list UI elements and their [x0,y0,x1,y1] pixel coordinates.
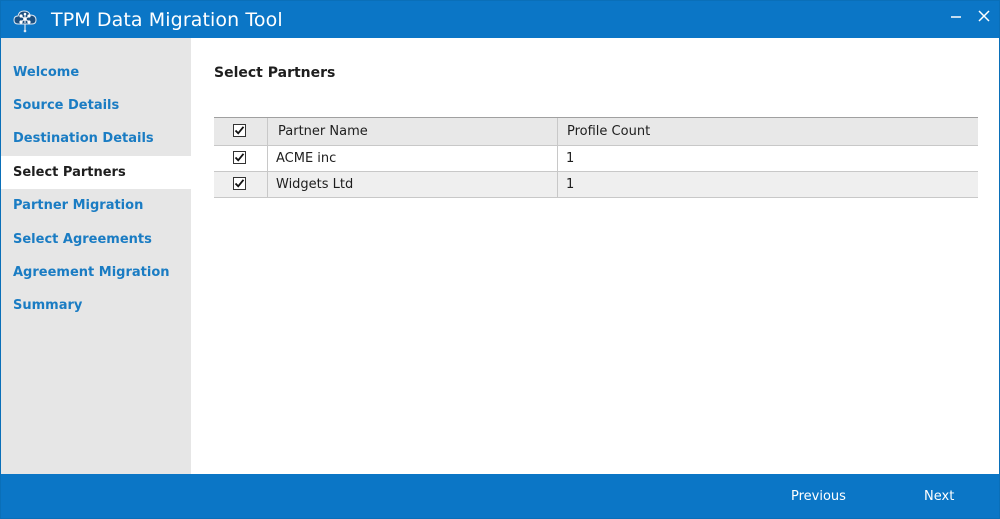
column-header-profile-count[interactable]: Profile Count [558,118,978,145]
app-logo-icon [13,10,37,33]
checkmark-icon [234,126,245,135]
minimize-icon[interactable] [947,7,965,25]
row-check-cell [214,172,268,197]
row-checkbox[interactable] [233,151,246,164]
table-row[interactable]: ACME inc 1 [214,146,978,172]
wizard-step-sidebar: Welcome Source Details Destination Detai… [1,38,191,474]
sidebar-item-summary[interactable]: Summary [1,289,191,322]
column-header-partner-name[interactable]: Partner Name [268,118,558,145]
select-all-checkbox[interactable] [233,124,246,137]
checkmark-icon [234,153,245,162]
profile-count-cell: 1 [566,177,575,192]
previous-button[interactable]: Previous [791,489,846,504]
window-title: TPM Data Migration Tool [51,9,283,31]
partner-name-cell: ACME inc [268,146,558,171]
row-checkbox[interactable] [233,177,246,190]
table-row[interactable]: Widgets Ltd 1 [214,172,978,198]
row-check-cell [214,146,268,171]
wizard-footer: Previous Next [1,474,999,518]
select-all-cell [214,118,268,145]
sidebar-item-select-partners[interactable]: Select Partners [1,156,191,189]
sidebar-item-source-details[interactable]: Source Details [1,89,191,122]
sidebar-item-select-agreements[interactable]: Select Agreements [1,223,191,256]
page-title: Select Partners [214,65,336,81]
sidebar-item-partner-migration[interactable]: Partner Migration [1,189,191,222]
main-content: Select Partners Partner Name Profile Cou… [191,38,999,474]
partner-name-cell: Widgets Ltd [268,172,558,197]
app-window: TPM Data Migration Tool Welcome Source D… [0,0,1000,519]
sidebar-item-agreement-migration[interactable]: Agreement Migration [1,256,191,289]
next-button[interactable]: Next [924,489,954,504]
partners-grid: Partner Name Profile Count ACME inc 1 Wi… [214,117,978,198]
checkmark-icon [234,179,245,188]
profile-count-cell: 1 [566,151,575,166]
title-bar[interactable]: TPM Data Migration Tool [1,1,999,38]
sidebar-item-destination-details[interactable]: Destination Details [1,122,191,155]
grid-header-row: Partner Name Profile Count [214,118,978,146]
close-icon[interactable] [975,9,993,27]
sidebar-item-welcome[interactable]: Welcome [1,56,191,89]
